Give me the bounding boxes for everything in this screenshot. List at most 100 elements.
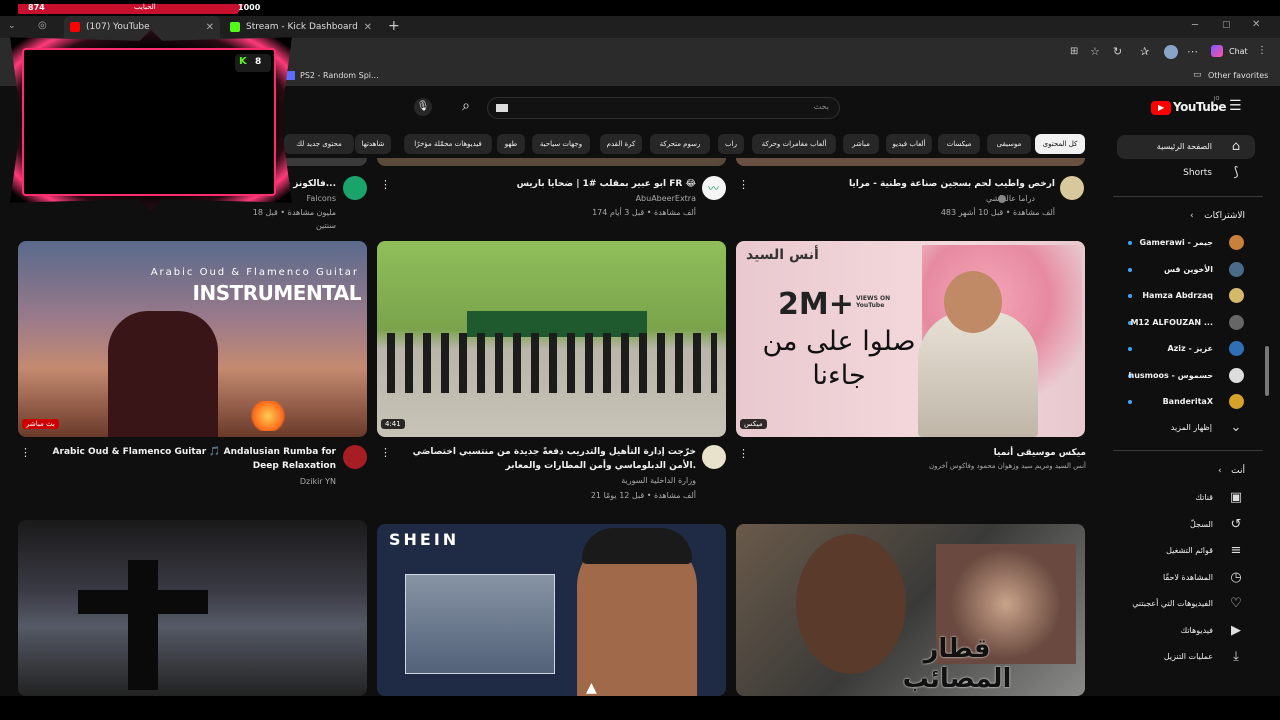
you-item-label: قناتك bbox=[1195, 493, 1213, 502]
channel-avatar[interactable] bbox=[343, 176, 367, 200]
close-window-icon[interactable]: ✕ bbox=[1252, 19, 1260, 30]
chip-13[interactable]: محتوى جديد لك bbox=[284, 134, 354, 154]
playlists-icon: ≡ bbox=[1230, 543, 1242, 558]
more-options-icon[interactable]: ⋮ bbox=[380, 178, 391, 191]
channel-avatar[interactable]: 〰 bbox=[702, 176, 726, 200]
chip-11[interactable]: فيديوهات محمّلة مؤخرًا bbox=[404, 134, 492, 154]
chat-button[interactable]: Chat bbox=[1229, 47, 1248, 56]
more-options-icon[interactable]: ⋮ bbox=[380, 446, 391, 459]
video-meta: 483 ألف مشاهدة • قبل 10 أشهر bbox=[940, 208, 1055, 217]
minimize-icon[interactable]: ─ bbox=[1192, 20, 1198, 31]
scrollbar[interactable] bbox=[1264, 86, 1270, 696]
more-options-icon[interactable]: ⋮ bbox=[20, 446, 31, 459]
scrollbar-thumb[interactable] bbox=[1265, 346, 1269, 396]
fire-image bbox=[248, 401, 288, 431]
copilot-icon[interactable] bbox=[1211, 45, 1223, 57]
video-title[interactable]: ميكس موسيقى أنميا bbox=[780, 446, 1086, 460]
folder-icon: ▭ bbox=[1193, 70, 1202, 80]
chip-2[interactable]: ميكسات bbox=[938, 134, 980, 154]
chip-4[interactable]: مباشر bbox=[843, 134, 879, 154]
video-thumbnail[interactable] bbox=[377, 158, 726, 166]
home-icon: ⌂ bbox=[1231, 139, 1241, 154]
progress-bar bbox=[18, 4, 244, 14]
video-title[interactable]: Arabic Oud & Flamenco Guitar 🎵 Andalusia… bbox=[30, 445, 336, 473]
officers-image bbox=[387, 333, 717, 393]
video-thumbnail[interactable] bbox=[736, 158, 1085, 166]
search-input[interactable]: بحث bbox=[487, 97, 840, 119]
chip-3[interactable]: ألعاب فيديو bbox=[886, 134, 932, 154]
video-thumbnail[interactable]: أنس السيد 2M+ VIEWS ON YouTube صلوا على … bbox=[736, 241, 1085, 437]
video-thumbnail[interactable]: 4:41 bbox=[377, 241, 726, 437]
chip-10[interactable]: طهو bbox=[497, 134, 525, 154]
channel-avatar[interactable] bbox=[1060, 176, 1084, 200]
apps-icon[interactable]: ⊞ bbox=[1070, 46, 1078, 57]
shorts-icon[interactable]: ⟆ bbox=[1227, 164, 1245, 182]
sidebar-item-shorts[interactable]: Shorts bbox=[1120, 168, 1212, 178]
refresh-icon[interactable]: ↻ bbox=[1113, 45, 1122, 58]
video-thumbnail[interactable]: قطار المصائب bbox=[736, 524, 1085, 696]
chip-0[interactable]: كل المحتوى bbox=[1035, 134, 1085, 154]
you-header[interactable]: أنت bbox=[1150, 466, 1245, 476]
channel-name[interactable]: دراما عالماشي bbox=[780, 192, 1035, 205]
chip-6[interactable]: راب bbox=[718, 134, 744, 154]
chevron-down-icon[interactable]: ⌄ bbox=[1227, 419, 1245, 437]
close-icon[interactable]: ✕ bbox=[364, 22, 372, 33]
mouse-cursor-icon: ▲ bbox=[586, 680, 597, 696]
video-thumbnail[interactable]: SHEIN bbox=[377, 524, 726, 696]
video-title[interactable]: ارخص واطيب لحم بسجين صناعة وطنية - مرايا bbox=[780, 177, 1055, 191]
live-badge: بث مباشر bbox=[22, 419, 59, 429]
profile-avatar[interactable] bbox=[1164, 45, 1178, 59]
chip-1[interactable]: موسيقى bbox=[987, 134, 1031, 154]
other-favorites[interactable]: Other favorites bbox=[1208, 71, 1268, 80]
channel-name[interactable]: Dzikir YN bbox=[30, 475, 336, 488]
kick-count: 8 bbox=[255, 57, 262, 67]
sidebar-label: الصفحة الرئيسية bbox=[1156, 142, 1212, 151]
more-icon[interactable]: ⋯ bbox=[1187, 45, 1198, 58]
cross-beam-image bbox=[78, 590, 208, 614]
channel-avatar bbox=[1229, 367, 1244, 383]
video-title[interactable]: ابو عبير بمقلب #1 | ضحايا باريس FR 😂 bbox=[420, 177, 696, 191]
chip-12[interactable]: شاهدتها bbox=[355, 134, 391, 154]
show-more-button[interactable]: إظهار المزيد bbox=[1120, 423, 1212, 432]
menu-icon[interactable]: ⋮ bbox=[1257, 45, 1267, 56]
microphone-icon[interactable]: 🎙 bbox=[414, 98, 432, 116]
search-icon[interactable]: ⌕ bbox=[452, 94, 480, 118]
keyboard-icon[interactable] bbox=[496, 104, 508, 112]
chevron-left-icon: ‹ bbox=[1218, 466, 1222, 476]
chip-8[interactable]: كرة القدم bbox=[600, 134, 642, 154]
more-options-icon[interactable]: ⋮ bbox=[738, 447, 749, 460]
channel-name[interactable]: أنس السيد ومريم سيد وزهوان محمود وفاكوس … bbox=[740, 460, 1086, 473]
youtube-logo-icon[interactable]: ▶ bbox=[1151, 101, 1171, 115]
channel-avatar bbox=[1229, 235, 1244, 250]
new-tab-button[interactable]: + bbox=[388, 18, 400, 34]
more-options-icon[interactable]: ⋮ bbox=[738, 178, 749, 191]
screen: 874 الحبايب 1000 ⌄ ◎ (107) YouTube ✕ Str… bbox=[0, 0, 1280, 720]
video-icon: ▶ bbox=[1231, 622, 1241, 638]
you-item-label: قوائم التشغيل bbox=[1166, 546, 1213, 555]
maximize-icon[interactable]: ▢ bbox=[1222, 20, 1231, 30]
bookmark-ps2[interactable]: PS2 - Random Spi... bbox=[300, 71, 379, 80]
channel-name[interactable]: AbuAbeerExtra bbox=[420, 192, 696, 205]
chip-9[interactable]: وجهات سياحية bbox=[532, 134, 590, 154]
oud-player-image bbox=[108, 311, 218, 437]
kick-counter: K 8 bbox=[235, 54, 271, 72]
hamburger-menu-icon[interactable]: ☰ bbox=[1229, 98, 1242, 114]
video-thumbnail[interactable]: Arabic Oud & Flamenco Guitar INSTRUMENTA… bbox=[18, 241, 367, 437]
chip-5[interactable]: ألعاب مغامرات وحركة bbox=[752, 134, 836, 154]
channel-avatar bbox=[1229, 341, 1244, 356]
channel-name[interactable]: وزارة الداخلية السورية bbox=[420, 474, 696, 487]
glass-box-image bbox=[405, 574, 555, 674]
subscriptions-header[interactable]: الاشتراكات bbox=[1150, 211, 1245, 221]
favorites-icon[interactable]: ✰ bbox=[1140, 45, 1149, 58]
chip-7[interactable]: رسوم متحركة bbox=[650, 134, 710, 154]
video-title[interactable]: خرّجت إدارة التأهيل والتدريب دفعةً جديدة… bbox=[390, 445, 696, 473]
video-thumbnail[interactable] bbox=[18, 520, 367, 696]
channel-brand-text: أنس السيد bbox=[746, 247, 819, 263]
star-icon[interactable]: ☆ bbox=[1090, 45, 1100, 58]
channel-avatar bbox=[1229, 314, 1244, 330]
channel-avatar[interactable] bbox=[343, 445, 367, 469]
cap-image bbox=[582, 528, 692, 564]
youtube-logo-text[interactable]: YouTube bbox=[1173, 100, 1227, 114]
video-meta: 21 ألف مشاهدة • قبل 12 يومًا bbox=[590, 491, 696, 500]
channel-avatar[interactable] bbox=[702, 445, 726, 469]
